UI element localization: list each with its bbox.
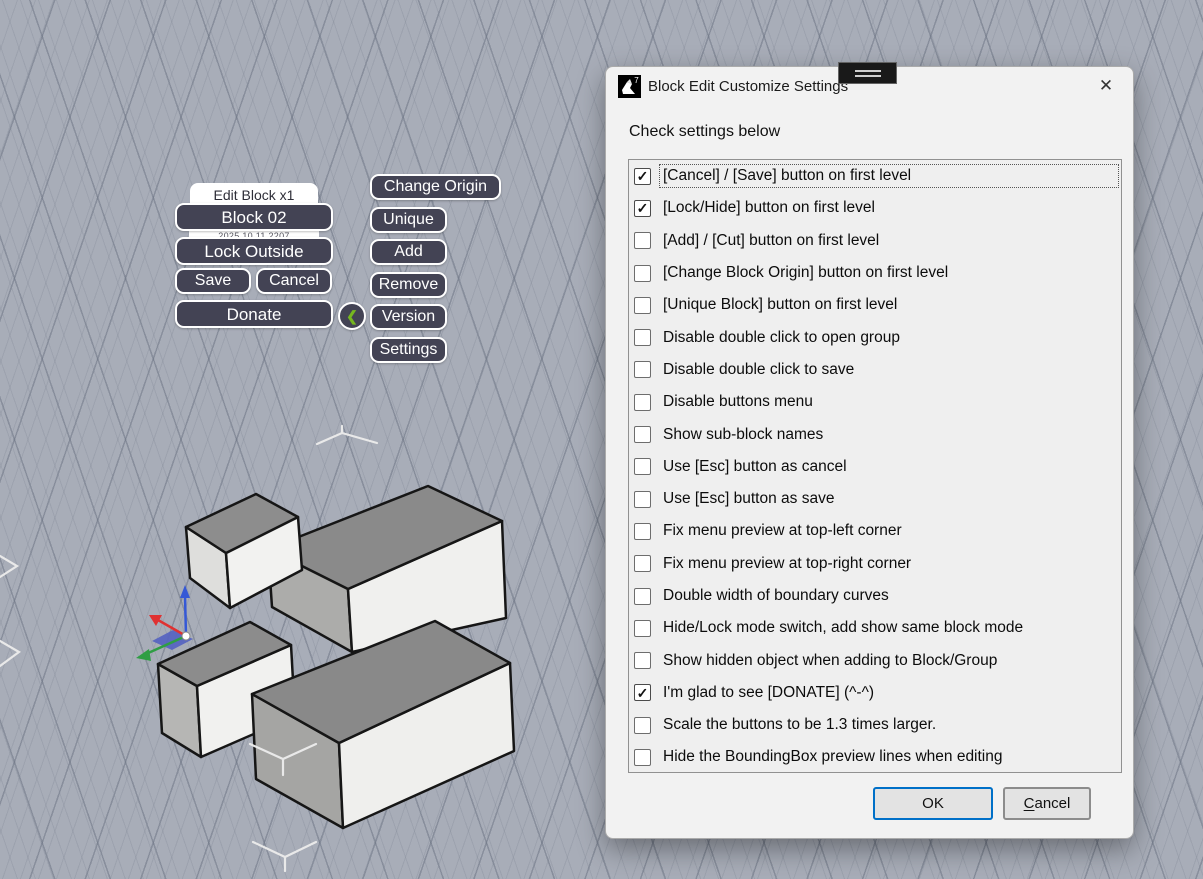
close-icon[interactable]: ✕ xyxy=(1095,75,1117,97)
cancel-label-rest: ancel xyxy=(1034,795,1070,812)
checkbox-unchecked[interactable] xyxy=(634,426,651,443)
ok-button[interactable]: OK xyxy=(873,787,993,820)
setting-label: [Cancel] / [Save] button on first level xyxy=(660,165,1118,187)
checkbox-checked[interactable]: ✓ xyxy=(634,168,651,185)
setting-row[interactable]: [Add] / [Cut] button on first level xyxy=(629,225,1121,257)
setting-row[interactable]: Use [Esc] button as save xyxy=(629,483,1121,515)
setting-row[interactable]: [Unique Block] button on first level xyxy=(629,289,1121,321)
setting-label: [Lock/Hide] button on first level xyxy=(660,197,1118,219)
setting-row[interactable]: Disable double click to save xyxy=(629,354,1121,386)
setting-label: Disable double click to save xyxy=(660,359,1118,381)
rhino-7-icon: 7 xyxy=(618,75,641,98)
setting-label: Fix menu preview at top-right corner xyxy=(660,553,1118,575)
setting-label: Disable double click to open group xyxy=(660,327,1118,349)
checkbox-unchecked[interactable] xyxy=(634,361,651,378)
setting-label: Hide the BoundingBox preview lines when … xyxy=(660,746,1118,768)
setting-row[interactable]: Hide/Lock mode switch, add show same blo… xyxy=(629,612,1121,644)
setting-label: Use [Esc] button as cancel xyxy=(660,456,1118,478)
cancel-mnemonic: C xyxy=(1024,795,1035,812)
chevron-left-icon: ❮ xyxy=(346,309,358,323)
unique-button[interactable]: Unique xyxy=(370,207,447,233)
z-axis-arrow xyxy=(185,596,186,636)
checkbox-unchecked[interactable] xyxy=(634,297,651,314)
setting-label: Hide/Lock mode switch, add show same blo… xyxy=(660,617,1118,639)
settings-button[interactable]: Settings xyxy=(370,337,447,363)
block-name-button[interactable]: Block 02 xyxy=(175,203,333,231)
checkbox-unchecked[interactable] xyxy=(634,394,651,411)
setting-label: Scale the buttons to be 1.3 times larger… xyxy=(660,714,1118,736)
checkbox-unchecked[interactable] xyxy=(634,652,651,669)
setting-row[interactable]: Use [Esc] button as cancel xyxy=(629,451,1121,483)
setting-row[interactable]: Disable double click to open group xyxy=(629,321,1121,353)
setting-label: Show hidden object when adding to Block/… xyxy=(660,650,1118,672)
3d-viewport[interactable]: Edit Block x1 2025.10.11.2207 Block 02 L… xyxy=(0,0,1203,879)
checkbox-unchecked[interactable] xyxy=(634,491,651,508)
checkbox-unchecked[interactable] xyxy=(634,232,651,249)
setting-row[interactable]: Fix menu preview at top-left corner xyxy=(629,515,1121,547)
lock-outside-button[interactable]: Lock Outside xyxy=(175,237,333,265)
checkbox-checked[interactable]: ✓ xyxy=(634,684,651,701)
save-button[interactable]: Save xyxy=(175,268,251,294)
setting-row[interactable]: ✓ [Lock/Hide] button on first level xyxy=(629,192,1121,224)
setting-row[interactable]: ✓ [Cancel] / [Save] button on first level xyxy=(629,160,1121,192)
change-origin-button[interactable]: Change Origin xyxy=(370,174,501,200)
checkbox-unchecked[interactable] xyxy=(634,329,651,346)
dialog-cancel-button[interactable]: Cancel xyxy=(1003,787,1091,820)
setting-row[interactable]: Show hidden object when adding to Block/… xyxy=(629,644,1121,676)
checkbox-unchecked[interactable] xyxy=(634,620,651,637)
setting-row[interactable]: ✓ I'm glad to see [DONATE] (^-^) xyxy=(629,677,1121,709)
dialog-title: Block Edit Customize Settings xyxy=(648,78,848,95)
setting-label: [Add] / [Cut] button on first level xyxy=(660,230,1118,252)
dialog-subtitle: Check settings below xyxy=(629,123,780,141)
setting-label: I'm glad to see [DONATE] (^-^) xyxy=(660,682,1118,704)
cancel-button[interactable]: Cancel xyxy=(256,268,332,294)
checkbox-unchecked[interactable] xyxy=(634,555,651,572)
checkbox-unchecked[interactable] xyxy=(634,523,651,540)
setting-label: [Change Block Origin] button on first le… xyxy=(660,262,1118,284)
collapse-menu-button[interactable]: ❮ xyxy=(338,302,366,330)
checkbox-unchecked[interactable] xyxy=(634,588,651,605)
setting-label: Fix menu preview at top-left corner xyxy=(660,520,1118,542)
checkbox-unchecked[interactable] xyxy=(634,265,651,282)
setting-row[interactable]: Scale the buttons to be 1.3 times larger… xyxy=(629,709,1121,741)
menu-right-column: Change Origin Unique Add Remove Version Setti… xyxy=(370,174,501,369)
version-button[interactable]: Version xyxy=(370,304,447,330)
block-edit-settings-dialog: 7 Block Edit Customize Settings ✕ Check … xyxy=(605,66,1134,839)
donate-button[interactable]: Donate xyxy=(175,300,333,328)
setting-row[interactable]: Hide the BoundingBox preview lines when … xyxy=(629,741,1121,773)
axis-origin-dot xyxy=(182,632,190,640)
checkbox-unchecked[interactable] xyxy=(634,717,651,734)
setting-row[interactable]: Disable buttons menu xyxy=(629,386,1121,418)
checkbox-checked[interactable]: ✓ xyxy=(634,200,651,217)
setting-label: Double width of boundary curves xyxy=(660,585,1118,607)
setting-row[interactable]: [Change Block Origin] button on first le… xyxy=(629,257,1121,289)
axis-gizmo xyxy=(136,585,193,661)
scene-graphics xyxy=(0,0,605,879)
checkbox-unchecked[interactable] xyxy=(634,749,651,766)
remove-button[interactable]: Remove xyxy=(370,272,447,298)
settings-list: ✓ [Cancel] / [Save] button on first level… xyxy=(628,159,1122,773)
setting-label: [Unique Block] button on first level xyxy=(660,294,1118,316)
checkbox-unchecked[interactable] xyxy=(634,458,651,475)
setting-row[interactable]: Double width of boundary curves xyxy=(629,580,1121,612)
setting-row[interactable]: Fix menu preview at top-right corner xyxy=(629,548,1121,580)
setting-label: Use [Esc] button as save xyxy=(660,488,1118,510)
box-large-upper xyxy=(268,486,506,652)
add-button[interactable]: Add xyxy=(370,239,447,265)
setting-label: Show sub-block names xyxy=(660,424,1118,446)
collapsed-toolbar-badge[interactable] xyxy=(838,62,897,84)
setting-row[interactable]: Show sub-block names xyxy=(629,418,1121,450)
svg-text:7: 7 xyxy=(634,76,639,85)
setting-label: Disable buttons menu xyxy=(660,391,1118,413)
